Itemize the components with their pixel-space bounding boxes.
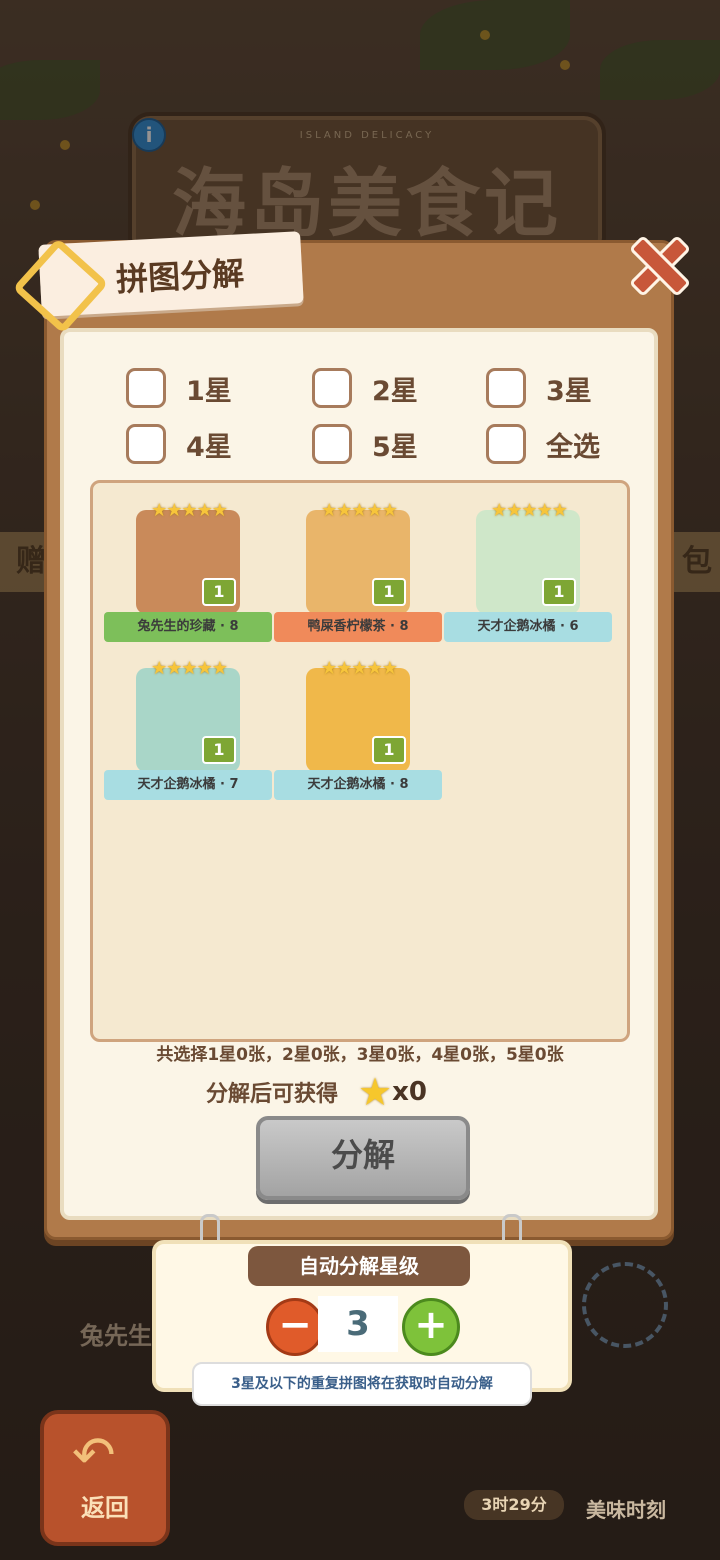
- filter-3star[interactable]: 3星: [486, 368, 592, 408]
- puzzle-card[interactable]: ★★★★★ 1 天才企鹅冰橘 · 8: [274, 658, 442, 812]
- collected-stamp: [582, 1262, 668, 1348]
- card-count-badge: 1: [202, 736, 236, 764]
- card-name-banner: 兔先生的珍藏 · 8: [104, 612, 272, 642]
- close-button[interactable]: [628, 234, 692, 298]
- filter-5star[interactable]: 5星: [312, 424, 418, 464]
- card-count-badge: 1: [202, 578, 236, 606]
- star-rating: ★★★★★: [321, 500, 398, 521]
- filter-label: 全选: [546, 431, 600, 463]
- decompose-button[interactable]: 分解: [256, 1116, 470, 1200]
- card-count-badge: 1: [372, 578, 406, 606]
- checkbox[interactable]: [312, 368, 352, 408]
- star-rating: ★★★★★: [321, 658, 398, 679]
- star-rating: ★★★★★: [491, 500, 568, 521]
- minus-button[interactable]: −: [266, 1298, 324, 1356]
- filter-2star[interactable]: 2星: [312, 368, 418, 408]
- star-rating: ★★★★★: [151, 658, 228, 679]
- filter-label: 2星: [372, 375, 418, 407]
- puzzle-card[interactable]: ★★★★★ 1 天才企鹅冰橘 · 7: [104, 658, 272, 812]
- back-label: 返回: [81, 1494, 129, 1522]
- auto-level-value: 3: [318, 1296, 398, 1352]
- card-name-banner: 天才企鹅冰橘 · 7: [104, 770, 272, 800]
- gain-label: 分解后可获得: [206, 1082, 339, 1107]
- filter-select-all[interactable]: 全选: [486, 424, 600, 464]
- back-arrow-icon: ↶: [72, 1426, 116, 1486]
- filter-label: 1星: [186, 375, 232, 407]
- card-count-badge: 1: [542, 578, 576, 606]
- checkbox[interactable]: [312, 424, 352, 464]
- plus-button[interactable]: +: [402, 1298, 460, 1356]
- filter-4star[interactable]: 4星: [126, 424, 232, 464]
- auto-decompose-title: 自动分解星级: [248, 1246, 470, 1286]
- puzzle-card[interactable]: ★★★★★ 1 天才企鹅冰橘 · 6: [444, 500, 612, 654]
- filter-label: 3星: [546, 375, 592, 407]
- star-rating: ★★★★★: [151, 500, 228, 521]
- dialog-title: 拼图分解: [115, 254, 246, 299]
- dialog-title-ribbon: 拼图分解: [12, 231, 304, 334]
- meiwei-time-label[interactable]: 美味时刻: [586, 1494, 666, 1523]
- checkbox[interactable]: [486, 424, 526, 464]
- card-name-banner: 天才企鹅冰橘 · 8: [274, 770, 442, 800]
- puzzle-card[interactable]: ★★★★★ 1 兔先生的珍藏 · 8: [104, 500, 272, 654]
- gain-row: 分解后可获得 ★ x0: [206, 1070, 427, 1114]
- card-name-banner: 天才企鹅冰橘 · 6: [444, 612, 612, 642]
- event-timer: 3时29分: [464, 1490, 564, 1520]
- selection-summary: 共选择1星0张，2星0张，3星0张，4星0张，5星0张: [156, 1045, 564, 1065]
- filter-label: 4星: [186, 431, 232, 463]
- checkbox[interactable]: [126, 424, 166, 464]
- back-button[interactable]: ↶ 返回: [40, 1410, 170, 1546]
- card-name-banner: 鸭屎香柠檬茶 · 8: [274, 612, 442, 642]
- checkbox[interactable]: [126, 368, 166, 408]
- star-icon: ★: [358, 1070, 393, 1114]
- auto-decompose-tooltip: 3星及以下的重复拼图将在获取时自动分解: [192, 1362, 532, 1406]
- checkbox[interactable]: [486, 368, 526, 408]
- puzzle-card[interactable]: ★★★★★ 1 鸭屎香柠檬茶 · 8: [274, 500, 442, 654]
- gain-count: x0: [392, 1077, 427, 1107]
- filter-label: 5星: [372, 431, 418, 463]
- filter-1star[interactable]: 1星: [126, 368, 232, 408]
- card-count-badge: 1: [372, 736, 406, 764]
- background-card-title: 兔先生: [80, 1322, 152, 1350]
